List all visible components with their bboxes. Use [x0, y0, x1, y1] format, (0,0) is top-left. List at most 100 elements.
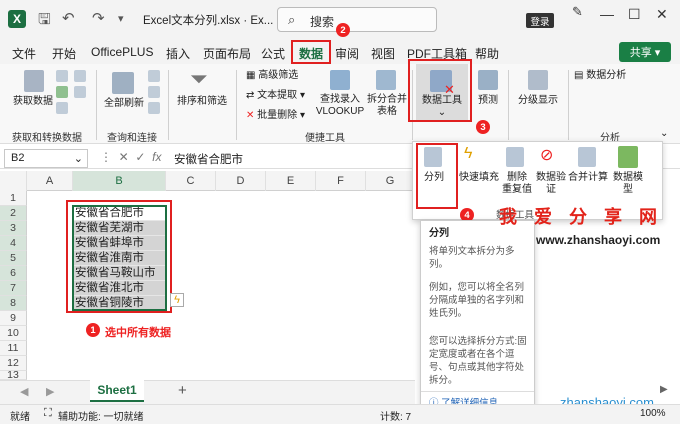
row-header[interactable]: 1 [0, 191, 27, 206]
from-table-icon[interactable] [56, 102, 68, 114]
edit-links-icon[interactable] [148, 102, 160, 114]
column-header-c[interactable]: C [166, 171, 216, 191]
excel-logo-icon: X [8, 10, 26, 28]
row-header[interactable]: 4 [0, 236, 27, 251]
row-header[interactable]: 13 [0, 369, 27, 381]
refresh-all-icon [112, 72, 134, 94]
share-button[interactable]: 共享 ▾ [619, 42, 671, 62]
highlight-data-tools [408, 59, 472, 122]
flash-fill-icon[interactable]: ϟ [170, 293, 184, 307]
column-header-d[interactable]: D [216, 171, 266, 191]
consolidate-button[interactable]: 合并计算 [566, 172, 610, 184]
qat-more-icon[interactable]: ▾ [118, 12, 124, 25]
database-icon [24, 70, 44, 92]
recent-sources-icon[interactable] [74, 70, 86, 82]
group-get-transform: 获取和转换数据 [12, 133, 82, 144]
callout-1: 1 [86, 323, 100, 337]
menu-help[interactable]: 帮助 [475, 45, 499, 62]
menu-file[interactable]: 文件 [12, 45, 36, 62]
remove-duplicates-button[interactable]: 删除 重复值 [500, 172, 534, 196]
menu-view[interactable]: 视图 [371, 45, 395, 62]
row-header[interactable]: 5 [0, 251, 27, 266]
tooltip-divider [421, 391, 534, 392]
status-accessibility[interactable]: 辅助功能: 一切就绪 [58, 408, 144, 423]
callout-2: 2 [336, 23, 350, 37]
prev-sheet-icon[interactable]: ◀ [20, 385, 28, 398]
row-header[interactable]: 8 [0, 296, 27, 311]
undo-icon[interactable]: ↶ [62, 9, 75, 27]
save-icon[interactable]: 🖫 [38, 9, 51, 34]
name-box[interactable]: B2 ⌄ [4, 149, 88, 168]
maximize-button[interactable]: ☐ [628, 6, 641, 23]
zoom-level[interactable]: 100% [640, 408, 666, 419]
redo-icon[interactable]: ↷ [92, 9, 105, 27]
search-placeholder: 搜索 [310, 15, 335, 29]
group-queries: 查询和连接 [107, 133, 157, 144]
column-header-a[interactable]: A [27, 171, 73, 191]
ribbon-separator [568, 70, 569, 140]
menu-insert[interactable]: 插入 [166, 45, 190, 62]
data-analysis-button[interactable]: ▤ 数据分析 [574, 70, 626, 82]
sheet-tab-sheet1[interactable]: Sheet1 [90, 380, 144, 402]
menu-review[interactable]: 审阅 [335, 45, 359, 62]
text-to-columns-tooltip: 分列 将单列文本拆分为多列。 例如，您可以将全名列分隔成单独的名字列和姓氏列。 … [420, 220, 535, 413]
column-header-b[interactable]: B [73, 171, 166, 191]
watermark-url: www.zhanshaoyi.com [536, 233, 661, 247]
properties-icon[interactable] [148, 86, 160, 98]
sort-filter-button[interactable]: 排序和筛选 [174, 96, 230, 108]
share-label: 共享 [629, 47, 652, 59]
adv-filter-button[interactable]: ▦ 高级筛选 [246, 70, 298, 82]
row-header[interactable]: 11 [0, 341, 27, 356]
search-icon: ⌕ [288, 12, 296, 27]
column-header-g[interactable]: G [366, 171, 415, 191]
add-sheet-button[interactable]: + [178, 382, 187, 399]
fx-icon[interactable]: fx [152, 150, 161, 164]
name-box-value: B2 [11, 152, 25, 164]
close-button[interactable]: ✕ [656, 6, 668, 23]
refresh-all-button[interactable]: 全部刷新 [102, 98, 146, 110]
pen-icon[interactable]: ✎ [572, 4, 583, 20]
vlookup-button[interactable]: 查找录入 VLOOKUP [314, 94, 366, 118]
menu-page-layout[interactable]: 页面布局 [203, 45, 251, 62]
flash-fill-button[interactable]: 快速填充 [458, 172, 500, 184]
column-header-e[interactable]: E [266, 171, 316, 191]
batch-delete-button[interactable]: ✕ 批量删除 ▾ [246, 110, 305, 122]
menu-formulas[interactable]: 公式 [261, 45, 285, 62]
forecast-button[interactable]: 预测 [470, 95, 506, 107]
outline-button[interactable]: 分级显示 [512, 95, 564, 107]
get-data-button[interactable]: 获取数据 [10, 96, 56, 108]
row-header[interactable]: 10 [0, 326, 27, 341]
existing-conn-icon[interactable] [74, 86, 86, 98]
from-text-icon[interactable] [56, 70, 68, 82]
next-sheet-icon[interactable]: ▶ [46, 385, 54, 398]
split-merge-button[interactable]: 拆分合并 表格 [364, 94, 410, 118]
status-count: 计数: 7 [380, 412, 412, 423]
from-web-icon[interactable] [56, 86, 68, 98]
queries-icon[interactable] [148, 70, 160, 82]
minimize-button[interactable]: — [600, 6, 614, 22]
collapse-ribbon-icon[interactable]: ⌄ [660, 128, 668, 139]
search-box[interactable]: ⌕ 搜索 [277, 7, 437, 32]
row-header[interactable]: 2 [0, 206, 27, 221]
accessibility-icon[interactable]: ⛶ [44, 407, 52, 420]
select-all-corner[interactable] [0, 171, 27, 191]
watermark-title: 我 爱 分 享 网 [499, 207, 664, 227]
column-header-f[interactable]: F [316, 171, 366, 191]
login-button[interactable]: 登录 [526, 13, 554, 28]
callout-3: 3 [476, 120, 490, 134]
menu-home[interactable]: 开始 [52, 45, 76, 62]
flash-fill-dd-icon: ϟ [464, 145, 473, 162]
row-header[interactable]: 3 [0, 221, 27, 236]
menu-officeplus[interactable]: OfficePLUS [91, 45, 153, 59]
text-extract-button[interactable]: ⇄ 文本提取 ▾ [246, 90, 305, 102]
row-header[interactable]: 6 [0, 266, 27, 281]
row-header[interactable]: 9 [0, 311, 27, 326]
data-validation-button[interactable]: 数据验 证 [534, 172, 568, 196]
callout-1-text: 选中所有数据 [105, 327, 171, 339]
row-header[interactable]: 7 [0, 281, 27, 296]
scroll-right-icon[interactable]: ▶ [660, 384, 668, 395]
file-title: Excel文本分列.xlsx · Ex... [143, 15, 274, 27]
data-model-button[interactable]: 数据模 型 [610, 172, 646, 196]
formula-input[interactable]: 安徽省合肥市 [174, 151, 243, 167]
tooltip-p2: 例如，您可以将全名列分隔成单独的名字列和姓氏列。 [429, 282, 525, 319]
